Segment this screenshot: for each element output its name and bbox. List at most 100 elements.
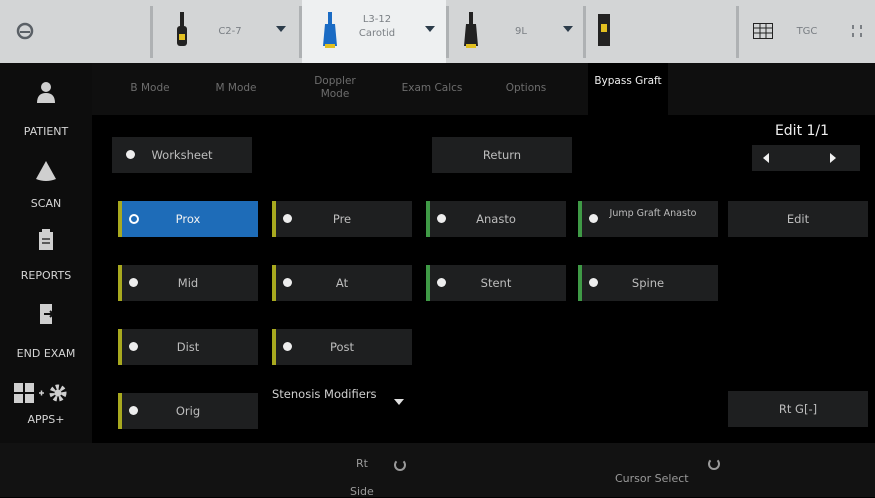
probe-9l-slot[interactable]: 9L: [449, 0, 583, 63]
button-label: Mid: [177, 276, 199, 290]
radio-icon: [589, 278, 598, 287]
indicator: [426, 265, 430, 301]
radio-icon: [437, 278, 446, 287]
apps-icon: [14, 383, 67, 403]
nav-label: APPS+: [27, 413, 65, 426]
tab-doppler-mode[interactable]: Doppler Mode: [307, 75, 363, 101]
page-prev-icon[interactable]: [763, 153, 769, 163]
scan-icon: [36, 161, 56, 181]
indicator: [578, 201, 582, 237]
rt-side-label-bottom: Side: [350, 485, 374, 498]
edit-page-label: Edit 1/1: [774, 123, 830, 139]
rt-side-label-top: Rt: [356, 457, 368, 470]
tgc-label: TGC: [796, 26, 818, 37]
tgc-button[interactable]: TGC: [739, 0, 875, 63]
expand-icon[interactable]: [851, 24, 863, 38]
indicator: [272, 265, 276, 301]
mid-button[interactable]: Mid: [118, 265, 258, 301]
probe-empty-slot[interactable]: [586, 0, 736, 63]
chevron-down-icon[interactable]: [563, 26, 573, 32]
nav-label: PATIENT: [23, 125, 69, 138]
indicator: [118, 393, 122, 429]
post-button[interactable]: Post: [272, 329, 412, 365]
prox-button[interactable]: Prox: [118, 201, 258, 237]
radio-icon: [437, 214, 446, 223]
tab-m-mode[interactable]: M Mode: [206, 82, 266, 95]
settings-icon[interactable]: [12, 18, 38, 44]
worksheet-button[interactable]: Worksheet: [112, 137, 252, 173]
stenosis-modifiers-dropdown[interactable]: Stenosis Modifiers: [272, 385, 412, 421]
probe-name: C2-7: [218, 26, 242, 37]
nav-label: SCAN: [30, 197, 62, 210]
nav-patient[interactable]: PATIENT: [0, 63, 92, 138]
button-label: Pre: [332, 212, 352, 226]
nav-reports[interactable]: REPORTS: [0, 217, 92, 285]
page-next-icon[interactable]: [830, 153, 836, 163]
probe-c2-7-slot[interactable]: C2-7: [153, 0, 299, 63]
tab-bypass-graft[interactable]: Bypass Graft: [588, 63, 668, 115]
indicator: [118, 329, 122, 365]
indicator: [118, 201, 122, 237]
tab-b-mode[interactable]: B Mode: [120, 82, 180, 95]
patient-icon: [37, 82, 55, 103]
button-label: Orig: [175, 404, 201, 418]
chevron-down-icon[interactable]: [276, 26, 286, 32]
nav-end-exam[interactable]: END EXAM: [0, 295, 92, 365]
button-label: Rt G[-]: [778, 402, 818, 416]
button-label: Post: [329, 340, 355, 354]
radio-icon: [283, 278, 292, 287]
linear-probe-icon: [323, 12, 337, 48]
cursor-select-knob-icon[interactable]: [708, 458, 720, 470]
indicator: [118, 265, 122, 301]
tab-exam-calcs[interactable]: Exam Calcs: [395, 82, 469, 95]
radio-icon: [129, 342, 138, 351]
anasto-button[interactable]: Anasto: [426, 201, 566, 237]
indicator: [272, 201, 276, 237]
indicator: [272, 329, 276, 365]
stent-button[interactable]: Stent: [426, 265, 566, 301]
chevron-down-icon[interactable]: [425, 26, 435, 32]
probe-name: 9L: [515, 26, 527, 37]
button-label: Return: [482, 148, 522, 162]
mode-tabs: B Mode M Mode Doppler Mode Exam Calcs Op…: [92, 63, 875, 115]
rt-side-knob-icon[interactable]: [394, 459, 406, 471]
nav-apps[interactable]: APPS+: [0, 373, 92, 443]
nav-scan[interactable]: SCAN: [0, 145, 92, 217]
probe-bar: C2-7 L3-12 Carotid 9L TGC: [0, 0, 875, 63]
radio-icon: [283, 342, 292, 351]
nav-label: REPORTS: [20, 269, 72, 282]
dist-button[interactable]: Dist: [118, 329, 258, 365]
radio-icon: [129, 214, 139, 224]
spine-button[interactable]: Spine: [578, 265, 718, 301]
button-label: Edit: [786, 212, 810, 226]
tab-options[interactable]: Options: [496, 82, 556, 95]
radio-icon: [129, 278, 138, 287]
end-exam-icon: [40, 304, 55, 324]
radio-icon: [126, 150, 135, 159]
radio-icon: [589, 214, 598, 223]
edit-button[interactable]: Edit: [728, 201, 868, 237]
button-label: Spine: [631, 276, 665, 290]
orig-button[interactable]: Orig: [118, 393, 258, 429]
button-label: Jump Graft Anasto: [609, 208, 697, 219]
probe-name: L3-12: [362, 14, 392, 25]
radio-icon: [283, 214, 292, 223]
return-button[interactable]: Return: [432, 137, 572, 173]
probe-l3-12-slot[interactable]: L3-12 Carotid: [302, 0, 446, 63]
probe-icon: [598, 14, 610, 46]
rt-g-button[interactable]: Rt G[-]: [728, 391, 868, 427]
reports-icon: [39, 229, 53, 250]
button-label: Stent: [480, 276, 512, 290]
button-label: At: [335, 276, 349, 290]
grid-icon: [753, 23, 773, 39]
jump-graft-anasto-button[interactable]: Jump Graft Anasto: [578, 201, 718, 237]
convex-probe-icon: [177, 12, 187, 46]
chevron-down-icon: [394, 399, 404, 405]
pre-button[interactable]: Pre: [272, 201, 412, 237]
at-button[interactable]: At: [272, 265, 412, 301]
button-label: Worksheet: [151, 148, 213, 162]
dropdown-label: Stenosis Modifiers: [272, 387, 377, 401]
indicator: [426, 201, 430, 237]
cursor-select-label: Cursor Select: [615, 472, 689, 485]
linear-probe-icon: [464, 12, 478, 48]
